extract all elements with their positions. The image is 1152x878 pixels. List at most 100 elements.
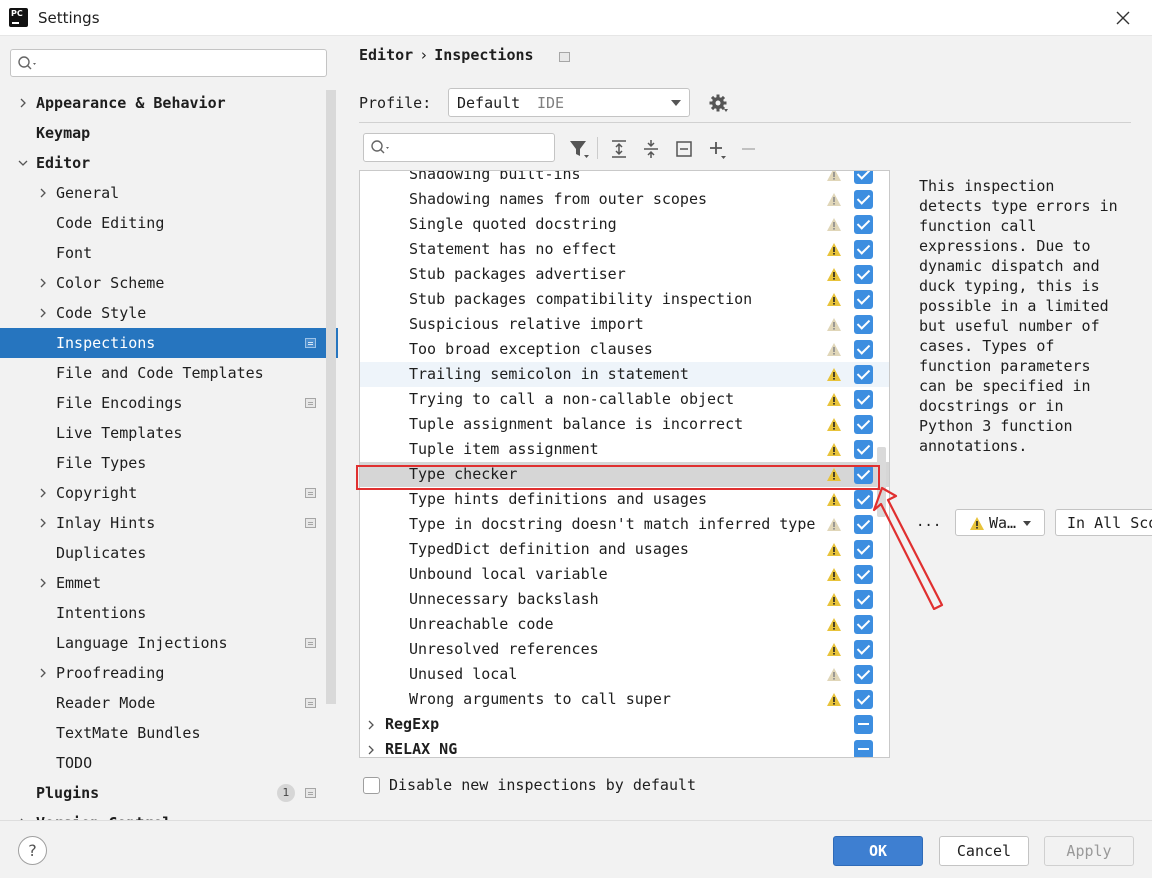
inspection-checkbox[interactable] — [854, 290, 873, 309]
inspection-group-row[interactable]: RegExp — [360, 712, 889, 737]
sidebar-item-plugins[interactable]: Plugins 1 — [0, 778, 326, 808]
breadcrumb-editor[interactable]: Editor — [359, 46, 413, 64]
inspection-checkbox[interactable] — [854, 690, 873, 709]
sidebar-item-color-scheme[interactable]: Color Scheme — [0, 268, 326, 298]
scope-dropdown[interactable]: In All Scopes — [1055, 509, 1152, 536]
settings-search-input[interactable] — [10, 49, 327, 77]
inspection-row[interactable]: Statement has no effect — [360, 237, 889, 262]
sidebar-item-duplicates[interactable]: Duplicates — [0, 538, 326, 568]
inspection-checkbox[interactable] — [854, 190, 873, 209]
reset-icon[interactable] — [673, 138, 695, 160]
filter-icon[interactable] — [568, 138, 590, 160]
inspections-list[interactable]: RELAX NG RegExp Wrong arguments to call su… — [359, 170, 890, 758]
sidebar-item-todo[interactable]: TODO — [0, 748, 326, 778]
inspection-row[interactable]: Stub packages compatibility inspection — [360, 287, 889, 312]
chevron-right-icon[interactable] — [366, 745, 376, 755]
project-level-icon — [559, 52, 570, 62]
gear-icon[interactable] — [709, 94, 729, 114]
close-icon[interactable] — [1113, 8, 1133, 28]
inspection-group-row[interactable]: RELAX NG — [360, 737, 889, 757]
sidebar-item-inspections[interactable]: Inspections — [0, 328, 338, 358]
inspection-row[interactable]: Unresolved references — [360, 637, 889, 662]
severity-dropdown[interactable]: Wa… — [955, 509, 1045, 536]
disable-new-inspections-checkbox[interactable] — [363, 777, 380, 794]
sidebar-item-intentions[interactable]: Intentions — [0, 598, 326, 628]
inspection-row[interactable]: Tuple item assignment — [360, 437, 889, 462]
sidebar-item-font[interactable]: Font — [0, 238, 326, 268]
sidebar-item-file-types[interactable]: File Types — [0, 448, 326, 478]
chevron-right-icon[interactable] — [38, 278, 48, 288]
inspection-checkbox[interactable] — [854, 665, 873, 684]
inspection-row[interactable]: Unreachable code — [360, 612, 889, 637]
inspection-checkbox[interactable] — [854, 365, 873, 384]
inspection-row[interactable]: Wrong arguments to call super — [360, 687, 889, 712]
chevron-down-icon[interactable] — [18, 158, 28, 168]
inspection-row[interactable]: Suspicious relative import — [360, 312, 889, 337]
help-button[interactable]: ? — [18, 836, 47, 865]
sidebar-item-code-editing[interactable]: Code Editing — [0, 208, 326, 238]
sidebar-item-live-templates[interactable]: Live Templates — [0, 418, 326, 448]
inspection-row[interactable]: TypedDict definition and usages — [360, 537, 889, 562]
sidebar-item-proofreading[interactable]: Proofreading — [0, 658, 326, 688]
sidebar-item-file-and-code-templates[interactable]: File and Code Templates — [0, 358, 326, 388]
chevron-right-icon[interactable] — [38, 188, 48, 198]
sidebar-item-keymap[interactable]: Keymap — [0, 118, 326, 148]
inspection-row[interactable]: Unbound local variable — [360, 562, 889, 587]
inspection-row[interactable]: Single quoted docstring — [360, 212, 889, 237]
inspection-checkbox[interactable] — [854, 390, 873, 409]
sidebar-item-textmate-bundles[interactable]: TextMate Bundles — [0, 718, 326, 748]
inspection-row[interactable]: Type checker — [360, 462, 889, 487]
inspection-row[interactable]: Type in docstring doesn't match inferred… — [360, 512, 889, 537]
chevron-right-icon[interactable] — [38, 518, 48, 528]
partial-checkbox[interactable] — [854, 715, 873, 734]
inspection-checkbox[interactable] — [854, 615, 873, 634]
chevron-right-icon[interactable] — [38, 668, 48, 678]
inspection-row[interactable]: Tuple assignment balance is incorrect — [360, 412, 889, 437]
sidebar-item-editor[interactable]: Editor — [0, 148, 326, 178]
chevron-right-icon[interactable] — [38, 308, 48, 318]
sidebar-item-general[interactable]: General — [0, 178, 326, 208]
inspection-row[interactable]: Stub packages advertiser — [360, 262, 889, 287]
profile-dropdown[interactable]: Default IDE — [448, 88, 690, 117]
inspection-checkbox[interactable] — [854, 415, 873, 434]
inspection-checkbox[interactable] — [854, 315, 873, 334]
partial-checkbox[interactable] — [854, 740, 873, 757]
sidebar-item-inlay-hints[interactable]: Inlay Hints — [0, 508, 326, 538]
inspection-checkbox[interactable] — [854, 240, 873, 259]
inspection-checkbox[interactable] — [854, 640, 873, 659]
inspection-row[interactable]: Trying to call a non-callable object — [360, 387, 889, 412]
cancel-button[interactable]: Cancel — [939, 836, 1029, 866]
chevron-right-icon[interactable] — [366, 720, 376, 730]
inspection-checkbox[interactable] — [854, 215, 873, 234]
inspection-search-input[interactable] — [363, 133, 555, 162]
chevron-right-icon[interactable] — [38, 488, 48, 498]
ok-button[interactable]: OK — [833, 836, 923, 866]
inspection-row[interactable]: Unused local — [360, 662, 889, 687]
inspection-checkbox[interactable] — [854, 440, 873, 459]
inspection-row[interactable]: Shadowing names from outer scopes — [360, 187, 889, 212]
collapse-all-icon[interactable] — [640, 138, 662, 160]
pycharm-app-icon: PC — [6, 6, 28, 27]
inspection-row[interactable]: Type hints definitions and usages — [360, 487, 889, 512]
sidebar-item-appearance-behavior[interactable]: Appearance & Behavior — [0, 88, 326, 118]
expand-all-icon[interactable] — [608, 138, 630, 160]
sidebar-item-file-encodings[interactable]: File Encodings — [0, 388, 326, 418]
inspection-checkbox[interactable] — [854, 265, 873, 284]
chevron-right-icon[interactable] — [18, 98, 28, 108]
add-icon[interactable] — [706, 138, 728, 160]
apply-button[interactable]: Apply — [1044, 836, 1134, 866]
inspection-row[interactable]: Trailing semicolon in statement — [360, 362, 889, 387]
sidebar-item-version-control[interactable]: Version Control — [0, 808, 326, 820]
sidebar-item-code-style[interactable]: Code Style — [0, 298, 326, 328]
inspection-row[interactable]: Unnecessary backslash — [360, 587, 889, 612]
inspection-checkbox[interactable] — [854, 340, 873, 359]
sidebar-item-language-injections[interactable]: Language Injections — [0, 628, 326, 658]
inspection-row[interactable]: Shadowing built-ins — [360, 171, 889, 187]
sidebar-scrollbar[interactable] — [326, 90, 336, 704]
inspection-checkbox[interactable] — [854, 171, 873, 184]
sidebar-item-emmet[interactable]: Emmet — [0, 568, 326, 598]
inspection-row[interactable]: Too broad exception clauses — [360, 337, 889, 362]
chevron-right-icon[interactable] — [38, 578, 48, 588]
sidebar-item-copyright[interactable]: Copyright — [0, 478, 326, 508]
sidebar-item-reader-mode[interactable]: Reader Mode — [0, 688, 326, 718]
